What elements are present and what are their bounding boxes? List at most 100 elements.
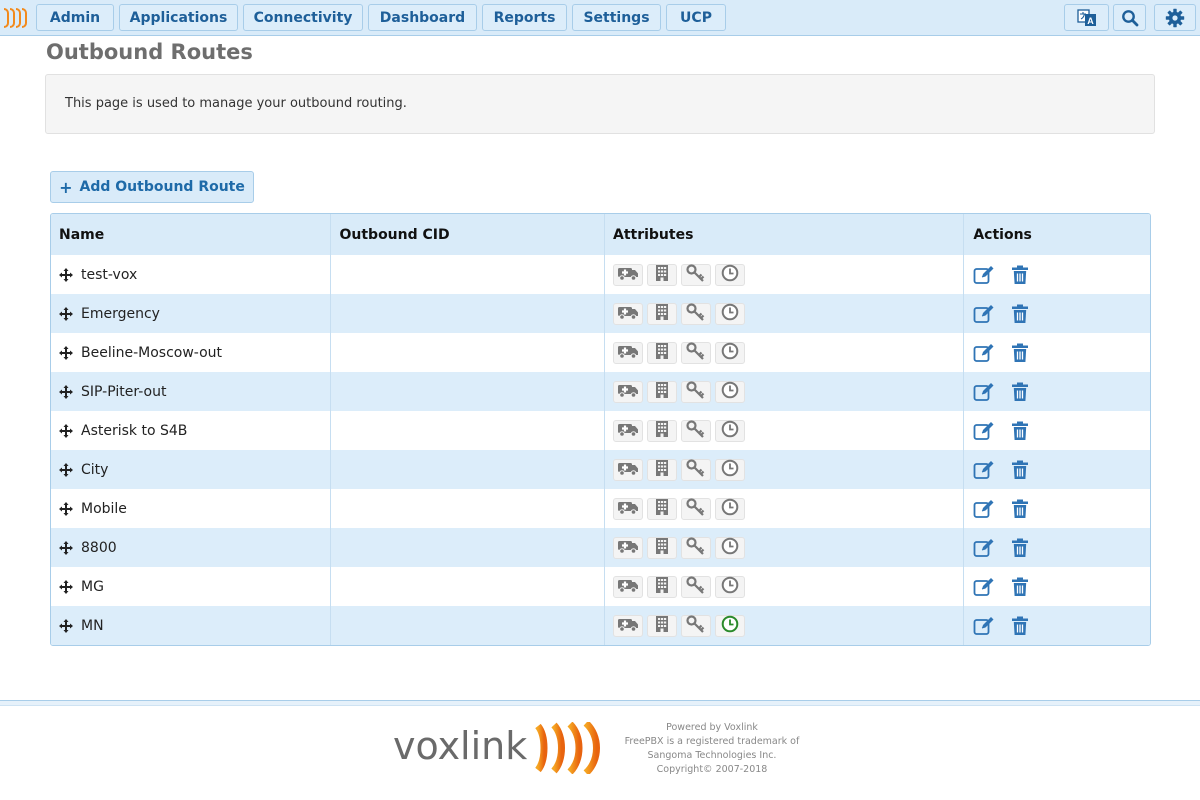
drag-handle-icon[interactable] — [59, 579, 73, 594]
drag-handle-icon[interactable] — [59, 501, 73, 516]
table-row[interactable]: SIP-Piter-out — [51, 372, 1150, 411]
intra-company-attr-button[interactable] — [646, 263, 677, 286]
time-group-attr-button[interactable] — [714, 614, 745, 637]
time-group-attr-button[interactable] — [714, 380, 745, 403]
nav-ucp[interactable]: UCP — [666, 4, 726, 31]
table-row[interactable]: City — [51, 450, 1150, 489]
building-icon — [655, 381, 669, 403]
drag-handle-icon[interactable] — [59, 384, 73, 399]
trash-icon[interactable] — [1009, 304, 1031, 324]
drag-handle-icon[interactable] — [59, 618, 73, 633]
time-group-attr-button[interactable] — [714, 497, 745, 520]
trash-icon[interactable] — [1009, 343, 1031, 363]
nav-connectivity[interactable]: Connectivity — [243, 4, 363, 31]
table-row[interactable]: MN — [51, 606, 1150, 645]
edit-icon[interactable] — [973, 382, 995, 402]
emergency-attr-button[interactable] — [612, 497, 643, 520]
intra-company-attr-button[interactable] — [646, 458, 677, 481]
emergency-attr-button[interactable] — [612, 575, 643, 598]
pin-attr-button[interactable] — [680, 302, 711, 325]
trash-icon[interactable] — [1009, 538, 1031, 558]
emergency-attr-button[interactable] — [612, 419, 643, 442]
table-row[interactable]: 8800 — [51, 528, 1150, 567]
intra-company-attr-button[interactable] — [646, 302, 677, 325]
time-group-attr-button[interactable] — [714, 341, 745, 364]
emergency-attr-button[interactable] — [612, 380, 643, 403]
time-group-attr-button[interactable] — [714, 575, 745, 598]
trash-icon[interactable] — [1009, 265, 1031, 285]
pin-attr-button[interactable] — [680, 497, 711, 520]
drag-handle-icon[interactable] — [59, 267, 73, 282]
trash-icon[interactable] — [1009, 421, 1031, 441]
emergency-attr-button[interactable] — [612, 536, 643, 559]
intra-company-attr-button[interactable] — [646, 497, 677, 520]
trash-icon[interactable] — [1009, 616, 1031, 636]
table-row[interactable]: Asterisk to S4B — [51, 411, 1150, 450]
nav-applications[interactable]: Applications — [119, 4, 238, 31]
emergency-attr-button[interactable] — [612, 341, 643, 364]
building-icon — [655, 459, 669, 481]
clock-icon — [721, 498, 739, 520]
edit-icon[interactable] — [973, 499, 995, 519]
pin-attr-button[interactable] — [680, 614, 711, 637]
table-row[interactable]: test-vox — [51, 255, 1150, 294]
building-icon — [655, 576, 669, 598]
settings-button[interactable] — [1154, 4, 1196, 31]
table-row[interactable]: Beeline-Moscow-out — [51, 333, 1150, 372]
table-row[interactable]: Mobile — [51, 489, 1150, 528]
time-group-attr-button[interactable] — [714, 419, 745, 442]
intra-company-attr-button[interactable] — [646, 341, 677, 364]
intra-company-attr-button[interactable] — [646, 614, 677, 637]
pin-attr-button[interactable] — [680, 536, 711, 559]
edit-icon[interactable] — [973, 304, 995, 324]
drag-handle-icon[interactable] — [59, 423, 73, 438]
drag-handle-icon[interactable] — [59, 462, 73, 477]
column-header-outbound-cid[interactable]: Outbound CID — [331, 214, 605, 255]
nav-dashboard[interactable]: Dashboard — [368, 4, 477, 31]
intra-company-attr-button[interactable] — [646, 536, 677, 559]
language-button[interactable]: A — [1064, 4, 1109, 31]
emergency-attr-button[interactable] — [612, 302, 643, 325]
pin-attr-button[interactable] — [680, 341, 711, 364]
table-row[interactable]: Emergency — [51, 294, 1150, 333]
time-group-attr-button[interactable] — [714, 302, 745, 325]
drag-handle-icon[interactable] — [59, 540, 73, 555]
edit-icon[interactable] — [973, 265, 995, 285]
time-group-attr-button[interactable] — [714, 458, 745, 481]
intra-company-attr-button[interactable] — [646, 419, 677, 442]
add-outbound-route-button[interactable]: + Add Outbound Route — [50, 171, 254, 203]
pin-attr-button[interactable] — [680, 458, 711, 481]
column-header-name[interactable]: Name — [51, 214, 332, 255]
intra-company-attr-button[interactable] — [646, 380, 677, 403]
intra-company-attr-button[interactable] — [646, 575, 677, 598]
edit-icon[interactable] — [973, 538, 995, 558]
powered-by-line[interactable]: Powered by Voxlink — [612, 721, 812, 735]
edit-icon[interactable] — [973, 421, 995, 441]
emergency-attr-button[interactable] — [612, 458, 643, 481]
emergency-attr-button[interactable] — [612, 263, 643, 286]
drag-handle-icon[interactable] — [59, 306, 73, 321]
route-name-cell: test-vox — [51, 255, 332, 294]
nav-reports[interactable]: Reports — [482, 4, 567, 31]
drag-handle-icon[interactable] — [59, 345, 73, 360]
freepbx-logo-icon[interactable] — [4, 8, 32, 28]
pin-attr-button[interactable] — [680, 263, 711, 286]
emergency-attr-button[interactable] — [612, 614, 643, 637]
nav-admin[interactable]: Admin — [36, 4, 114, 31]
trash-icon[interactable] — [1009, 499, 1031, 519]
time-group-attr-button[interactable] — [714, 263, 745, 286]
search-button[interactable] — [1113, 4, 1146, 31]
pin-attr-button[interactable] — [680, 380, 711, 403]
edit-icon[interactable] — [973, 577, 995, 597]
edit-icon[interactable] — [973, 616, 995, 636]
time-group-attr-button[interactable] — [714, 536, 745, 559]
nav-settings[interactable]: Settings — [572, 4, 661, 31]
trash-icon[interactable] — [1009, 460, 1031, 480]
trash-icon[interactable] — [1009, 577, 1031, 597]
edit-icon[interactable] — [973, 343, 995, 363]
table-row[interactable]: MG — [51, 567, 1150, 606]
pin-attr-button[interactable] — [680, 419, 711, 442]
pin-attr-button[interactable] — [680, 575, 711, 598]
trash-icon[interactable] — [1009, 382, 1031, 402]
edit-icon[interactable] — [973, 460, 995, 480]
